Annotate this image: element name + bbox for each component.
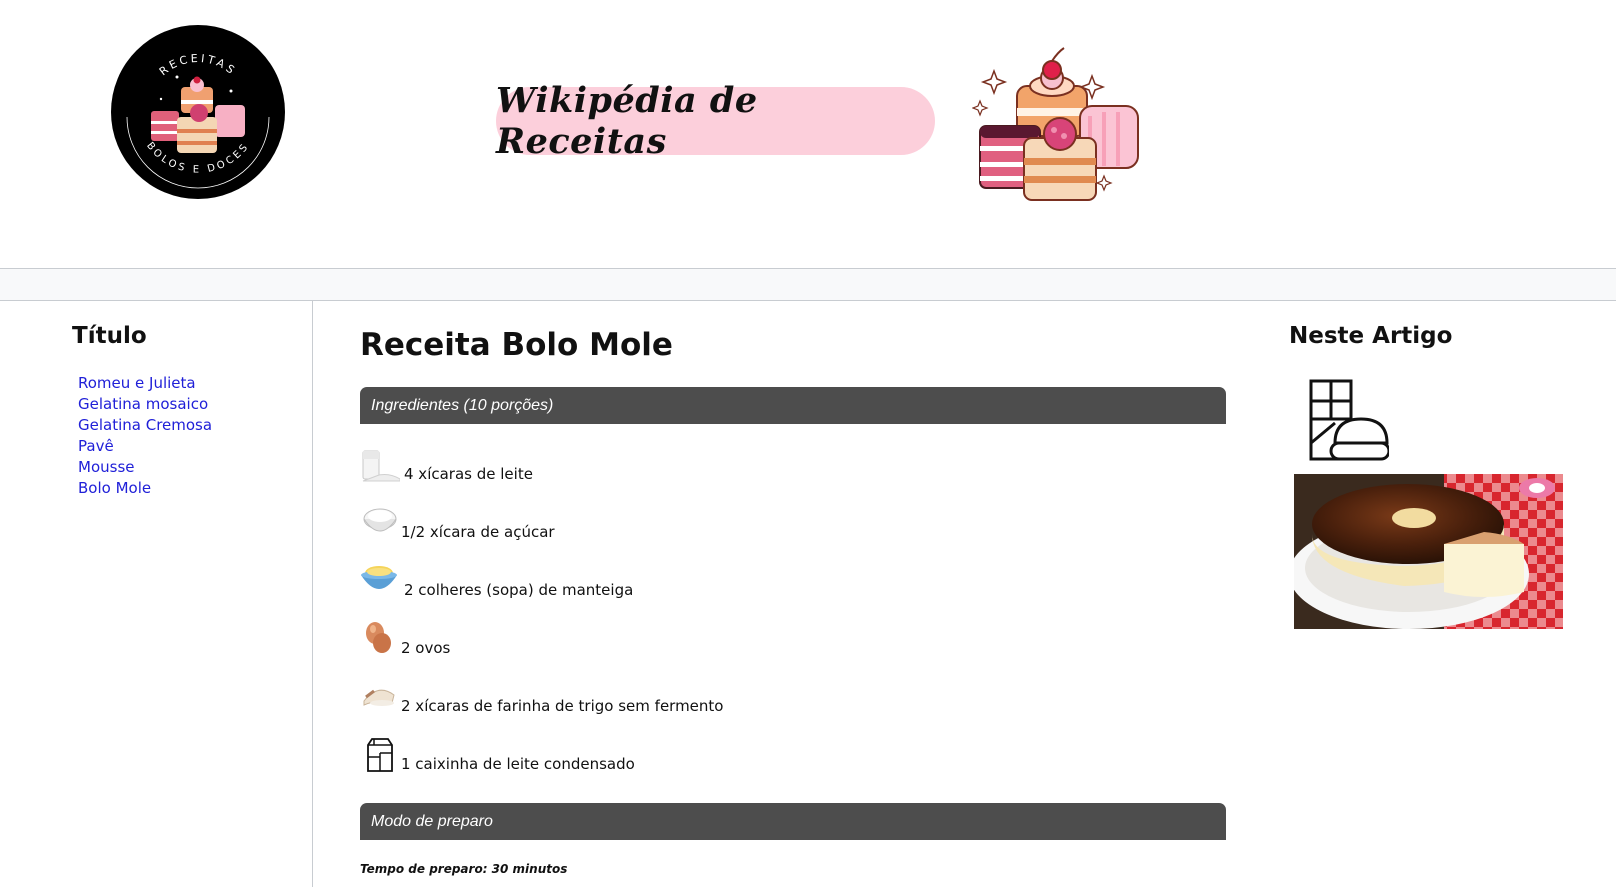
ingredient-text: 2 ovos <box>401 639 451 657</box>
ingredient-item: 1 caixinha de leite condensado <box>360 733 1160 773</box>
method-header: Modo de preparo <box>360 803 1226 840</box>
aside-title: Neste Artigo <box>1289 323 1453 349</box>
main-content: Receita Bolo Mole Ingredientes (10 porçõ… <box>360 301 1226 887</box>
sugar-icon <box>363 508 397 532</box>
sidebar-link-pave[interactable]: Pavê <box>78 437 114 455</box>
svg-text:RECEITAS: RECEITAS <box>157 52 239 78</box>
sidebar-link-romeu-e-julieta[interactable]: Romeu e Julieta <box>78 374 196 392</box>
ingredient-text: 2 colheres (sopa) de manteiga <box>404 581 634 599</box>
sidebar-link-mousse[interactable]: Mousse <box>78 458 134 476</box>
page-title: Receita Bolo Mole <box>360 327 673 363</box>
ingredient-text: 1/2 xícara de açúcar <box>401 523 555 541</box>
butter-icon <box>361 566 397 589</box>
site-banner[interactable]: Wikipédia de Receitas <box>496 80 935 162</box>
cake-box-icon <box>1309 379 1389 461</box>
sidebar-link-gelatina-mosaico[interactable]: Gelatina mosaico <box>78 395 208 413</box>
site-header: RECEITAS BOLOS E DOCES Wikipédia de Rece… <box>0 0 1616 268</box>
sidebar-link-bolo-mole[interactable]: Bolo Mole <box>78 479 151 497</box>
flour-icon <box>363 689 395 706</box>
banner-title: Wikipédia de Receitas <box>496 80 758 162</box>
milk-carton-icon <box>367 738 393 772</box>
bolo-mole-photo <box>1294 474 1563 629</box>
cakes-illustration-icon <box>972 47 1139 201</box>
ingredient-text: 2 xícaras de farinha de trigo sem fermen… <box>401 697 724 715</box>
ingredient-item: 2 ovos <box>360 617 1160 657</box>
sidebar-links: Romeu e Julieta Gelatina mosaico Gelatin… <box>78 373 212 499</box>
sidebar-link-gelatina-cremosa[interactable]: Gelatina Cremosa <box>78 416 212 434</box>
nav-bar <box>0 268 1616 301</box>
list-item: Romeu e Julieta <box>78 373 212 394</box>
sidebar-title: Título <box>72 323 147 349</box>
ingredient-text: 4 xícaras de leite <box>404 465 533 483</box>
ingredient-text: 1 caixinha de leite condensado <box>401 755 635 773</box>
ingredient-item: 2 xícaras de farinha de trigo sem fermen… <box>360 675 1160 715</box>
site-logo[interactable]: RECEITAS BOLOS E DOCES <box>111 25 285 199</box>
sidebar: Título Romeu e Julieta Gelatina mosaico … <box>0 301 313 887</box>
ingredient-item: 1/2 xícara de açúcar <box>360 501 1160 541</box>
ingredient-item: 4 xícaras de leite <box>360 443 1160 483</box>
article-aside: Neste Artigo <box>1274 301 1616 887</box>
ingredient-item: 2 colheres (sopa) de manteiga <box>360 559 1160 599</box>
ingredients-header: Ingredientes (10 porções) <box>360 387 1226 424</box>
list-item: Gelatina Cremosa <box>78 415 212 436</box>
list-item: Gelatina mosaico <box>78 394 212 415</box>
milk-icon <box>362 450 400 482</box>
eggs-icon <box>366 622 391 653</box>
list-item: Pavê <box>78 436 212 457</box>
list-item: Bolo Mole <box>78 478 212 499</box>
logo-top-text: RECEITAS <box>157 52 236 78</box>
list-item: Mousse <box>78 457 212 478</box>
cake-logo-icon: RECEITAS BOLOS E DOCES <box>126 52 270 189</box>
prep-time: Tempo de preparo: 30 minutos <box>360 862 568 876</box>
